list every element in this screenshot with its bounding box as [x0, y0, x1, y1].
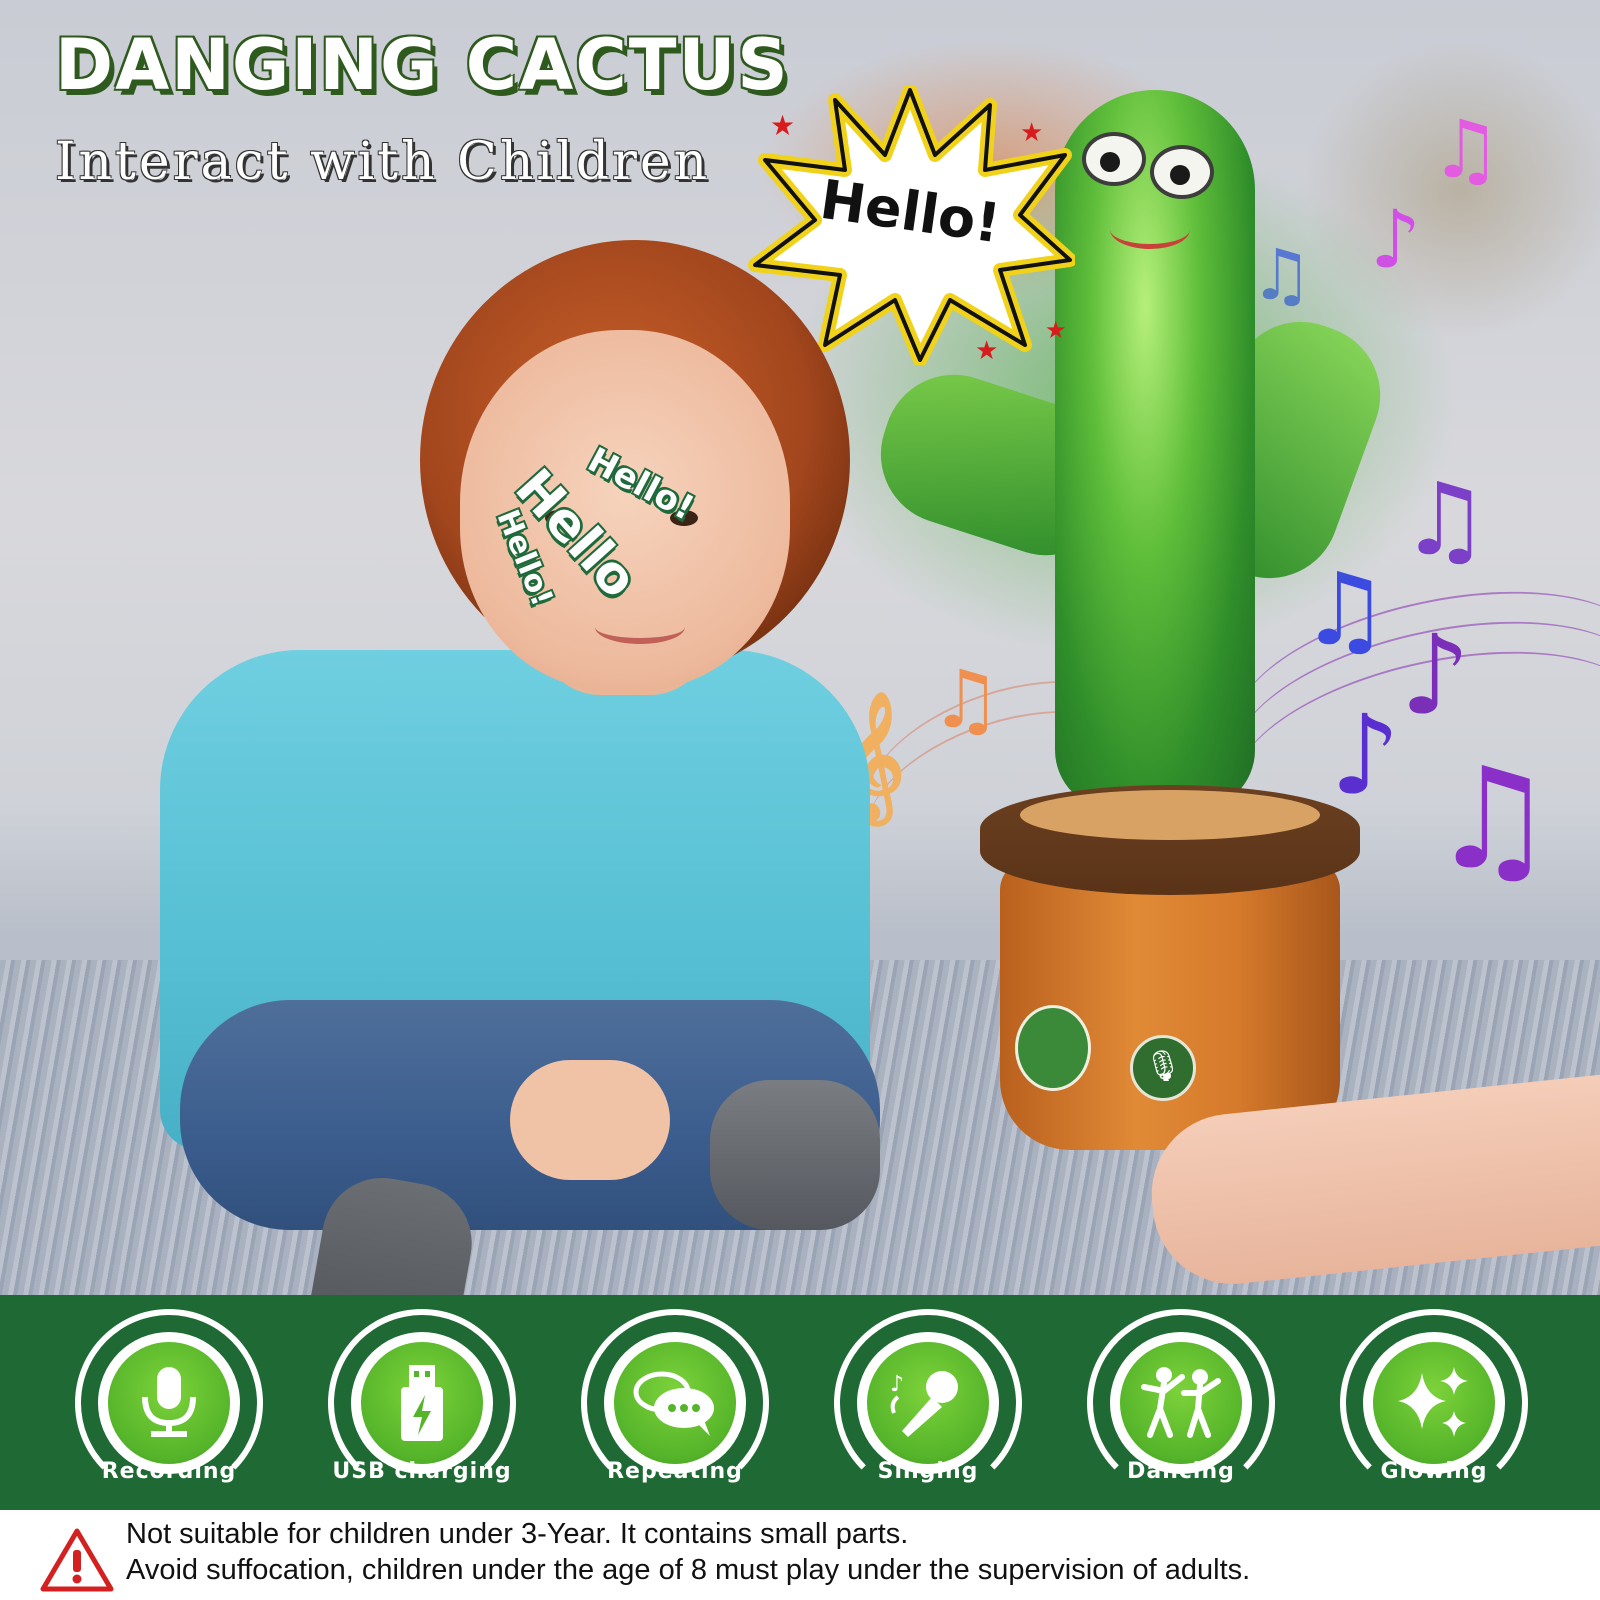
- cactus-smile: [1110, 210, 1190, 249]
- svg-text:♪: ♪: [890, 1372, 904, 1397]
- safety-warning: Not suitable for children under 3-Year. …: [0, 1510, 1600, 1600]
- feature-label: Dancing: [1127, 1459, 1235, 1484]
- cactus-body: [1055, 90, 1255, 810]
- child-figure: [150, 180, 890, 1295]
- music-note-icon: ♫: [1430, 103, 1502, 196]
- feature-band: Recording USB charging Repeating ♪ Singi…: [0, 1295, 1600, 1510]
- music-note-icon: ♪: [1330, 691, 1401, 819]
- child-hands: [510, 1060, 670, 1180]
- feature-glowing: Glowing: [1340, 1309, 1540, 1504]
- feature-label: Repeating: [607, 1459, 743, 1484]
- warning-icon: [40, 1528, 114, 1592]
- pot-soil: [1020, 790, 1320, 840]
- product-photo: ♫ ♪ ♫ ♫ ♫ ♪ ♪ ♫ 𝄞 ♫ 🎙 Hello! ★ ★ ★ ★: [0, 0, 1600, 1295]
- usb-icon: [361, 1342, 483, 1464]
- page-subtitle: Interact with Children: [55, 132, 711, 192]
- feature-label: Glowing: [1380, 1459, 1488, 1484]
- child-mouth: [595, 610, 685, 644]
- karaoke-mic-icon: ♪: [867, 1342, 989, 1464]
- music-note-icon: ♫: [930, 653, 1002, 746]
- feature-label: Recording: [101, 1459, 237, 1484]
- warning-line-2: Avoid suffocation, children under the ag…: [126, 1554, 1251, 1586]
- title-block: DANGING CACTUS: [55, 24, 790, 110]
- cactus-pupil: [1100, 152, 1120, 172]
- feature-label: Singing: [877, 1459, 979, 1484]
- feature-singing: ♪ Singing: [834, 1309, 1034, 1504]
- star-icon: ★: [975, 336, 999, 366]
- feature-repeating: Repeating: [581, 1309, 781, 1504]
- child-shoe: [710, 1080, 880, 1230]
- record-button-icon: 🎙: [1130, 1035, 1196, 1101]
- feature-dancing: Dancing: [1087, 1309, 1287, 1504]
- speech-bubbles-icon: [614, 1342, 736, 1464]
- pot-label: [1015, 1005, 1091, 1091]
- sparkles-icon: [1373, 1342, 1495, 1464]
- music-note-icon: ♪: [1400, 611, 1471, 739]
- star-icon: ★: [1020, 118, 1044, 148]
- feature-label: USB charging: [332, 1459, 512, 1484]
- page-title: DANGING CACTUS: [55, 24, 790, 106]
- feature-recording: Recording: [75, 1309, 275, 1504]
- microphone-icon: [108, 1342, 230, 1464]
- warning-line-1: Not suitable for children under 3-Year. …: [126, 1518, 909, 1550]
- star-icon: ★: [1045, 316, 1067, 344]
- feature-usb-charging: USB charging: [328, 1309, 528, 1504]
- star-icon: ★: [770, 109, 796, 142]
- dancing-people-icon: [1120, 1342, 1242, 1464]
- music-note-icon: ♫: [1430, 738, 1556, 901]
- cactus-pupil: [1170, 165, 1190, 185]
